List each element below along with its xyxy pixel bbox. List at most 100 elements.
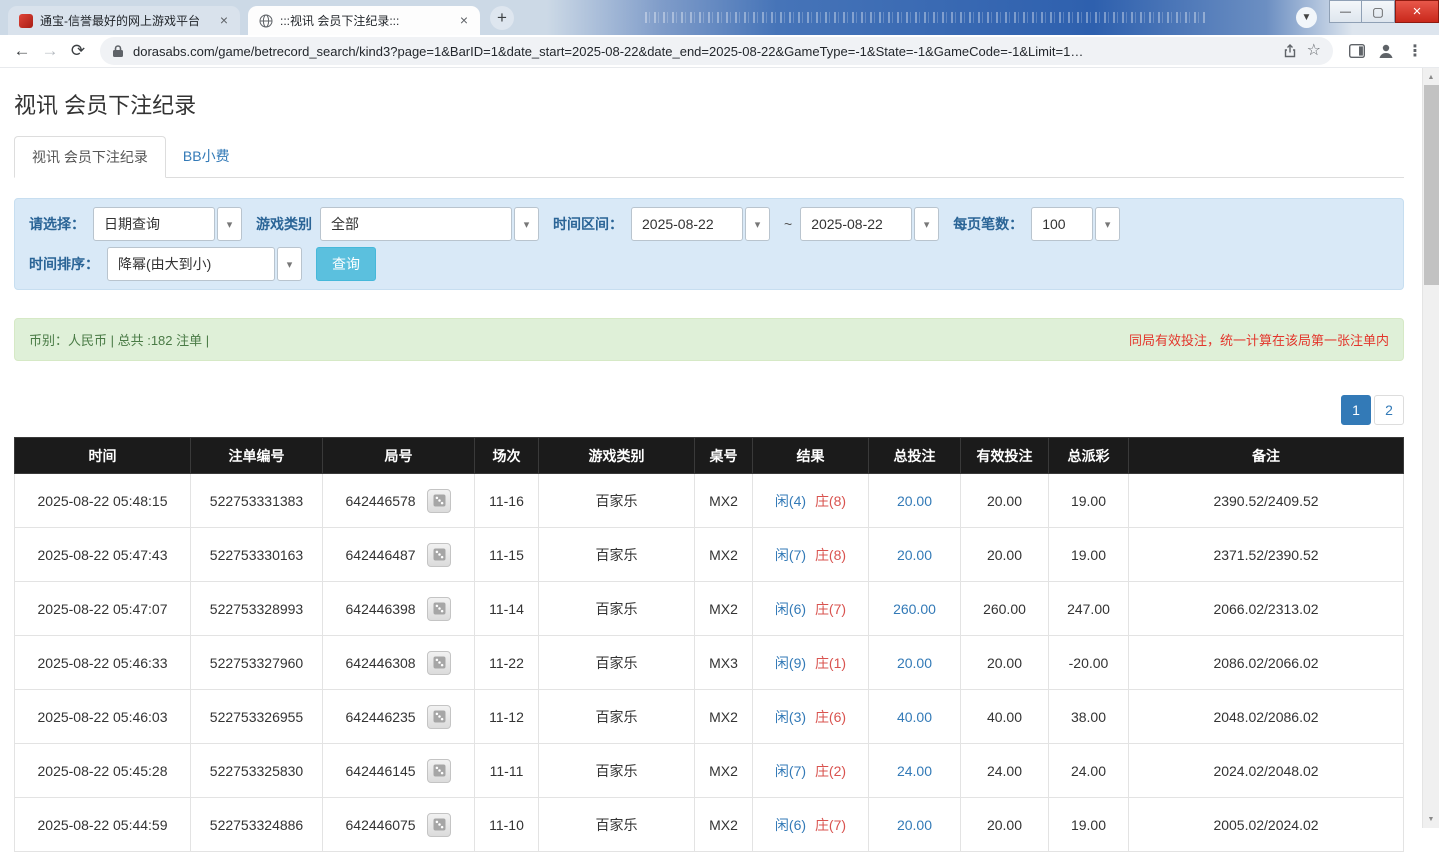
filter-item: 每页笔数： 100 ▾: [953, 207, 1120, 241]
url-bar[interactable]: dorasabs.com/game/betrecord_search/kind3…: [100, 37, 1333, 65]
url-text: dorasabs.com/game/betrecord_search/kind3…: [133, 44, 1273, 59]
round-number: 642446075: [346, 817, 416, 833]
result-banker: 庄(7): [815, 601, 846, 617]
share-icon[interactable]: [1282, 43, 1298, 59]
refresh-icon[interactable]: ⟳: [64, 37, 92, 65]
column-header: 总投注: [869, 438, 961, 474]
page-button-2[interactable]: 2: [1374, 395, 1404, 425]
tab-search-chevron-icon[interactable]: ▼: [1296, 7, 1317, 28]
cell-note: 2086.02/2066.02: [1129, 636, 1404, 690]
query-mode-select[interactable]: 日期查询: [93, 207, 215, 241]
cell-game-type: 百家乐: [539, 690, 695, 744]
back-icon[interactable]: ←: [8, 37, 36, 65]
cell-bet-id: 522753331383: [191, 474, 323, 528]
side-panel-icon[interactable]: [1349, 44, 1365, 58]
page-size-select[interactable]: 100: [1031, 207, 1093, 241]
notice-text: 同局有效投注，统一计算在该局第一张注单内: [1129, 330, 1389, 349]
total-bet-link[interactable]: 20.00: [897, 547, 932, 563]
tab-bb-tip[interactable]: BB小费: [166, 136, 247, 178]
table-row: 2025-08-22 05:45:28 522753325830 6424461…: [15, 744, 1404, 798]
cell-note: 2390.52/2409.52: [1129, 474, 1404, 528]
chevron-down-icon[interactable]: ▾: [1095, 207, 1120, 241]
chevron-down-icon[interactable]: ▾: [514, 207, 539, 241]
tab-close-icon[interactable]: ×: [456, 13, 472, 29]
replay-video-icon[interactable]: [427, 543, 451, 567]
replay-video-icon[interactable]: [427, 489, 451, 513]
bookmark-star-icon[interactable]: ☆: [1307, 43, 1321, 59]
cell-note: 2066.02/2313.02: [1129, 582, 1404, 636]
cell-session: 11-12: [475, 690, 539, 744]
scrollbar-thumb[interactable]: [1424, 85, 1439, 285]
tab-bet-records[interactable]: 视讯 会员下注纪录: [14, 136, 166, 178]
cell-total-bet: 24.00: [869, 744, 961, 798]
tab-close-icon[interactable]: ×: [216, 13, 232, 29]
total-bet-link[interactable]: 20.00: [897, 655, 932, 671]
result-banker: 庄(1): [815, 655, 846, 671]
search-button[interactable]: 查询: [316, 247, 376, 281]
table-row: 2025-08-22 05:46:03 522753326955 6424462…: [15, 690, 1404, 744]
site-favicon: [19, 14, 33, 28]
cell-table-number: MX3: [695, 636, 753, 690]
chevron-down-icon[interactable]: ▾: [277, 247, 302, 281]
column-header: 游戏类别: [539, 438, 695, 474]
game-type-select[interactable]: 全部: [320, 207, 512, 241]
total-bet-link[interactable]: 20.00: [897, 817, 932, 833]
replay-video-icon[interactable]: [427, 759, 451, 783]
cell-session: 11-16: [475, 474, 539, 528]
column-header: 桌号: [695, 438, 753, 474]
close-window-button[interactable]: ×: [1395, 0, 1439, 23]
round-number: 642446145: [346, 763, 416, 779]
maximize-button[interactable]: ▢: [1362, 0, 1395, 23]
cell-time: 2025-08-22 05:48:15: [15, 474, 191, 528]
browser-menu-icon[interactable]: ⋮: [1407, 41, 1423, 61]
total-bet-link[interactable]: 40.00: [897, 709, 932, 725]
page-button-1[interactable]: 1: [1341, 395, 1371, 425]
date-end-select[interactable]: 2025-08-22: [800, 207, 912, 241]
scroll-down-icon[interactable]: ▼: [1423, 811, 1439, 827]
browser-tab-home[interactable]: 通宝-信誉最好的网上游戏平台 ×: [8, 6, 240, 35]
sort-order-select[interactable]: 降幂(由大到小): [107, 247, 275, 281]
result-banker: 庄(2): [815, 763, 846, 779]
chevron-down-icon[interactable]: ▾: [217, 207, 242, 241]
filter-item: 时间排序： 降幂(由大到小) ▾: [29, 247, 302, 281]
total-bet-link[interactable]: 260.00: [893, 601, 936, 617]
browser-tab-bet-records[interactable]: :::视讯 会员下注纪录::: ×: [248, 6, 480, 35]
date-start-select[interactable]: 2025-08-22: [631, 207, 743, 241]
total-bet-link[interactable]: 20.00: [897, 493, 932, 509]
chevron-down-icon[interactable]: ▾: [914, 207, 939, 241]
result-player: 闲(7): [775, 763, 806, 779]
forward-icon[interactable]: →: [36, 37, 64, 65]
cell-table-number: MX2: [695, 744, 753, 798]
tab-title: 通宝-信誉最好的网上游戏平台: [40, 12, 209, 29]
new-tab-button[interactable]: +: [490, 6, 514, 30]
profile-avatar-icon[interactable]: [1377, 42, 1395, 60]
cell-session: 11-15: [475, 528, 539, 582]
replay-video-icon[interactable]: [427, 651, 451, 675]
cell-total-bet: 20.00: [869, 474, 961, 528]
replay-video-icon[interactable]: [427, 813, 451, 837]
scroll-up-icon[interactable]: ▲: [1423, 69, 1439, 85]
scrollbar[interactable]: ▲ ▼: [1422, 68, 1439, 828]
cell-bet-id: 522753327960: [191, 636, 323, 690]
column-header: 注单编号: [191, 438, 323, 474]
cell-round: 642446145: [323, 744, 475, 798]
cell-payout: 24.00: [1049, 744, 1129, 798]
column-header: 时间: [15, 438, 191, 474]
minimize-button[interactable]: —: [1329, 0, 1362, 23]
replay-video-icon[interactable]: [427, 705, 451, 729]
replay-video-icon[interactable]: [427, 597, 451, 621]
filter-label: 时间排序：: [29, 254, 99, 274]
cell-note: 2005.02/2024.02: [1129, 798, 1404, 852]
cell-bet-id: 522753326955: [191, 690, 323, 744]
cell-round: 642446308: [323, 636, 475, 690]
cell-time: 2025-08-22 05:45:28: [15, 744, 191, 798]
table-row: 2025-08-22 05:44:59 522753324886 6424460…: [15, 798, 1404, 852]
cell-valid-bet: 20.00: [961, 528, 1049, 582]
cell-payout: 247.00: [1049, 582, 1129, 636]
filter-label: ~: [784, 216, 792, 232]
total-bet-link[interactable]: 24.00: [897, 763, 932, 779]
toolbar-right-icons: ⋮: [1341, 41, 1431, 61]
chevron-down-icon[interactable]: ▾: [745, 207, 770, 241]
cell-payout: 19.00: [1049, 528, 1129, 582]
cell-session: 11-14: [475, 582, 539, 636]
